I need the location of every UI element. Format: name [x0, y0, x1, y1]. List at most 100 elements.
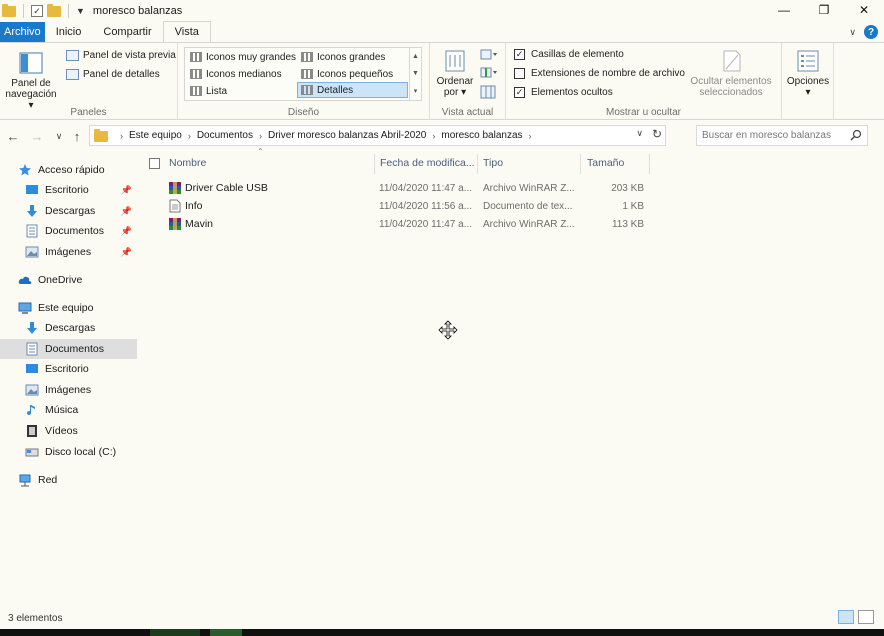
- breadcrumb-documentos[interactable]: Documentos: [197, 130, 253, 141]
- column-label: Tipo: [483, 157, 504, 169]
- nav-pc-descargas[interactable]: Descargas: [0, 318, 137, 338]
- nav-este-equipo[interactable]: Este equipo: [0, 298, 137, 318]
- large-icons-view-icon[interactable]: [858, 610, 874, 624]
- nav-pc-musica[interactable]: Música: [0, 400, 137, 420]
- pin-icon[interactable]: 📌: [121, 185, 132, 196]
- nav-red[interactable]: Red: [0, 470, 137, 490]
- column-divider[interactable]: [374, 154, 375, 174]
- options-button[interactable]: Opciones ▾: [784, 49, 832, 98]
- column-divider[interactable]: [477, 154, 478, 174]
- address-bar[interactable]: › Este equipo › Documentos › Driver more…: [89, 125, 666, 146]
- details-pane-button[interactable]: Panel de detalles: [66, 67, 160, 82]
- column-header-nombre[interactable]: Nombre: [149, 152, 374, 174]
- details-view-icon[interactable]: [838, 610, 854, 624]
- search-icon[interactable]: [850, 129, 862, 141]
- scroll-down-icon[interactable]: ▼: [412, 70, 419, 77]
- layout-extra-large-icons[interactable]: Iconos muy grandes: [187, 49, 299, 65]
- nav-pc-disco-local[interactable]: Disco local (C:): [0, 442, 137, 462]
- refresh-icon[interactable]: ↻: [652, 127, 662, 141]
- pin-icon[interactable]: 📌: [121, 247, 132, 258]
- back-arrow-icon[interactable]: ←: [2, 125, 24, 147]
- layout-gallery: Iconos muy grandes Iconos grandes Iconos…: [184, 47, 422, 101]
- hidden-items-toggle[interactable]: ✓ Elementos ocultos: [514, 87, 613, 98]
- breadcrumb-este-equipo[interactable]: Este equipo: [129, 130, 182, 141]
- preview-pane-icon: [66, 50, 79, 61]
- small-icons-icon: [301, 69, 313, 79]
- pin-icon[interactable]: 📌: [121, 206, 132, 217]
- maximize-button[interactable]: ❐: [804, 0, 844, 20]
- nav-pc-videos[interactable]: Vídeos: [0, 421, 137, 441]
- window-title: moresco balanzas: [92, 5, 183, 17]
- taskbar-item[interactable]: [210, 629, 242, 636]
- tab-vista[interactable]: Vista: [162, 21, 211, 42]
- details-pane-icon: [66, 69, 79, 80]
- column-divider[interactable]: [649, 154, 650, 174]
- table-row[interactable]: Mavin 11/04/2020 11:47 a... Archivo WinR…: [141, 215, 651, 233]
- chevron-right-icon[interactable]: ›: [432, 131, 435, 141]
- file-date: 11/04/2020 11:47 a...: [379, 182, 473, 194]
- nav-quick-imagenes[interactable]: Imágenes 📌: [0, 242, 137, 262]
- tab-compartir[interactable]: Compartir: [92, 22, 162, 42]
- nav-pc-documentos[interactable]: Documentos: [0, 339, 137, 359]
- group-by-icon[interactable]: [480, 49, 498, 61]
- table-row[interactable]: Driver Cable USB 11/04/2020 11:47 a... A…: [141, 179, 651, 197]
- layout-small-icons[interactable]: Iconos pequeños: [298, 66, 396, 82]
- drive-icon: [25, 448, 39, 457]
- column-header-tipo[interactable]: Tipo: [483, 152, 578, 174]
- tab-archivo[interactable]: Archivo: [0, 22, 45, 42]
- chevron-right-icon[interactable]: ›: [259, 131, 262, 141]
- scroll-up-icon[interactable]: ▲: [412, 53, 419, 60]
- nav-quick-descargas[interactable]: Descargas 📌: [0, 201, 137, 221]
- add-columns-icon[interactable]: [480, 67, 498, 79]
- sort-by-button[interactable]: Ordenar por ▾: [434, 49, 476, 98]
- select-all-checkbox[interactable]: [149, 157, 160, 169]
- breadcrumb-moresco-balanzas[interactable]: moresco balanzas: [441, 130, 522, 141]
- collapse-ribbon-icon[interactable]: ∨: [849, 27, 856, 38]
- pin-icon[interactable]: 📌: [121, 226, 132, 237]
- nav-onedrive[interactable]: OneDrive: [0, 270, 137, 290]
- hide-selected-button[interactable]: Ocultar elementos seleccionados: [686, 49, 776, 98]
- expand-gallery-icon[interactable]: ▾: [414, 87, 418, 95]
- checkbox-unchecked[interactable]: [514, 68, 525, 79]
- layout-details[interactable]: Detalles: [297, 82, 408, 98]
- table-row[interactable]: Info 11/04/2020 11:56 a... Documento de …: [141, 197, 651, 215]
- column-divider[interactable]: [580, 154, 581, 174]
- navigation-pane-button[interactable]: Panel de navegación ▾: [2, 51, 60, 111]
- help-icon[interactable]: ?: [864, 25, 878, 39]
- preview-pane-button[interactable]: Panel de vista previa: [66, 48, 176, 63]
- address-dropdown-icon[interactable]: ∨: [636, 128, 643, 139]
- quick-access-toolbar: ✓ ▼: [0, 3, 85, 18]
- layout-scroller[interactable]: ▲ ▼ ▾: [409, 48, 421, 100]
- item-checkboxes-toggle[interactable]: ✓ Casillas de elemento: [514, 49, 624, 60]
- nav-pc-escritorio[interactable]: Escritorio: [0, 359, 137, 379]
- new-folder-icon[interactable]: [47, 3, 61, 17]
- nav-quick-access[interactable]: Acceso rápido: [0, 160, 137, 180]
- taskbar-item[interactable]: [150, 629, 200, 636]
- column-header-fecha[interactable]: Fecha de modifica...: [380, 152, 475, 174]
- tab-inicio[interactable]: Inicio: [45, 22, 93, 42]
- chevron-right-icon[interactable]: ›: [120, 131, 123, 141]
- forward-arrow-icon[interactable]: →: [26, 125, 48, 147]
- breadcrumb-driver-folder[interactable]: Driver moresco balanzas Abril-2020: [268, 130, 426, 141]
- chevron-right-icon[interactable]: ›: [188, 131, 191, 141]
- file-extensions-toggle[interactable]: Extensiones de nombre de archivo: [514, 68, 685, 79]
- search-input[interactable]: Buscar en moresco balanzas: [696, 125, 868, 146]
- column-label: Fecha de modifica...: [380, 157, 475, 169]
- column-header-tamano[interactable]: Tamaño: [587, 152, 649, 174]
- layout-medium-icons[interactable]: Iconos medianos: [187, 66, 285, 82]
- checkbox-checked[interactable]: ✓: [514, 49, 525, 60]
- up-arrow-icon[interactable]: ↑: [66, 125, 88, 147]
- properties-icon[interactable]: ✓: [31, 5, 43, 17]
- layout-large-icons[interactable]: Iconos grandes: [298, 49, 388, 65]
- nav-pc-imagenes[interactable]: Imágenes: [0, 380, 137, 400]
- size-columns-icon[interactable]: [480, 85, 496, 99]
- minimize-button[interactable]: —: [764, 0, 804, 20]
- nav-quick-documentos[interactable]: Documentos 📌: [0, 221, 137, 241]
- nav-quick-escritorio[interactable]: Escritorio 📌: [0, 180, 137, 200]
- layout-list[interactable]: Lista: [187, 83, 230, 99]
- file-name: Mavin: [185, 218, 214, 230]
- close-button[interactable]: ✕: [844, 0, 884, 20]
- checkbox-checked[interactable]: ✓: [514, 87, 525, 98]
- customize-toolbar-icon[interactable]: ▼: [76, 6, 85, 16]
- chevron-right-icon[interactable]: ›: [529, 131, 532, 141]
